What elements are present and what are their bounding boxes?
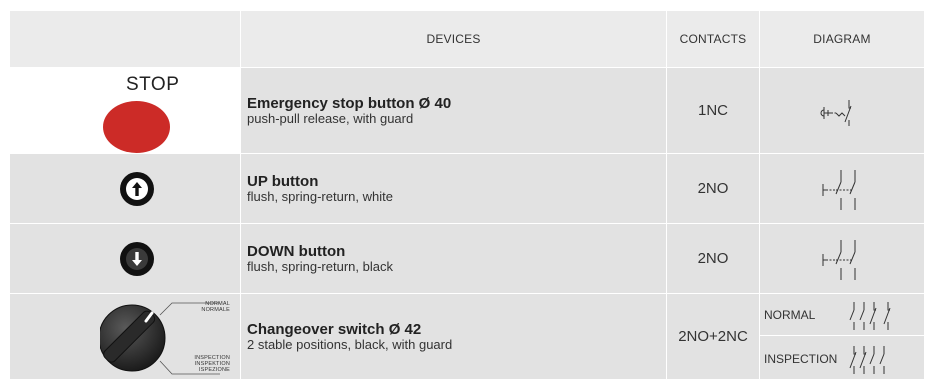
- no-contact-diagram-icon: [822, 169, 856, 210]
- contacts-cell: 2NO+2NC: [667, 294, 760, 379]
- nc-contact-diagram-icon: [820, 99, 852, 126]
- contacts-cell: 1NC: [667, 68, 760, 153]
- position-ispezione-label: ISPEZIONE: [198, 367, 230, 373]
- table-row: NORMAL NORMALE INSPECTION INSPEKTION ISP…: [10, 294, 925, 380]
- device-image-cell: STOP: [10, 68, 241, 153]
- up-arrow-button-icon: [120, 172, 154, 206]
- contacts-cell: 2NO: [667, 154, 760, 223]
- contacts-value: 1NC: [697, 102, 728, 119]
- contacts-value: 2NO: [697, 250, 729, 267]
- diagram-inspection-label: INSPECTION: [764, 351, 838, 366]
- device-image-cell: [10, 224, 241, 293]
- device-description: flush, spring-return, white: [247, 188, 393, 204]
- device-name: Emergency stop button Ø 40: [247, 94, 452, 112]
- device-image-cell: NORMAL NORMALE INSPECTION INSPEKTION ISP…: [10, 294, 241, 379]
- table-row: DOWN button flush, spring-return, black …: [10, 224, 925, 294]
- device-text-cell: DOWN button flush, spring-return, black: [241, 224, 667, 293]
- device-name: UP button: [247, 172, 319, 190]
- header-devices-cell: DEVICES: [241, 11, 667, 67]
- diagram-cell: [760, 224, 925, 293]
- header-diagram-cell: DIAGRAM: [760, 11, 925, 67]
- device-image-cell: [10, 154, 241, 223]
- device-description: push-pull release, with guard: [247, 110, 414, 126]
- device-description: 2 stable positions, black, with guard: [247, 336, 453, 352]
- header-blank-cell: [10, 11, 241, 67]
- device-name: DOWN button: [247, 242, 346, 260]
- header-devices: DEVICES: [426, 32, 481, 46]
- contacts-value: 2NO+2NC: [678, 328, 748, 345]
- table-header: DEVICES CONTACTS DIAGRAM: [10, 11, 925, 68]
- stop-button-icon: [103, 101, 170, 153]
- diagram-cell: NORMAL INSPECTION: [760, 294, 925, 379]
- no-contact-diagram-icon: [822, 239, 856, 280]
- normal-contacts-diagram-icon: [849, 301, 891, 330]
- device-text-cell: Changeover switch Ø 42 2 stable position…: [241, 294, 667, 379]
- device-text-cell: UP button flush, spring-return, white: [241, 154, 667, 223]
- device-name: Changeover switch Ø 42: [247, 320, 422, 338]
- device-description: flush, spring-return, black: [247, 258, 393, 274]
- diagram-normal-label: NORMAL: [764, 307, 816, 322]
- diagram-cell: [760, 68, 925, 153]
- diagram-subrow-inspection: INSPECTION: [760, 337, 925, 380]
- diagram-subrow-normal: NORMAL: [760, 294, 925, 336]
- device-text-cell: Emergency stop button Ø 40 push-pull rel…: [241, 68, 667, 153]
- stop-label: STOP: [126, 74, 180, 95]
- contacts-value: 2NO: [697, 180, 729, 197]
- header-contacts-cell: CONTACTS: [667, 11, 760, 67]
- header-contacts: CONTACTS: [679, 32, 747, 46]
- contacts-cell: 2NO: [667, 224, 760, 293]
- table-row: UP button flush, spring-return, white 2N…: [10, 154, 925, 224]
- header-diagram: DIAGRAM: [813, 32, 871, 46]
- table-row: STOP Emergency stop button Ø 40 push-pul…: [10, 68, 925, 154]
- position-normale-label: NORMALE: [201, 307, 230, 313]
- inspection-contacts-diagram-icon: [849, 345, 885, 374]
- diagram-cell: [760, 154, 925, 223]
- down-arrow-button-icon: [120, 242, 154, 276]
